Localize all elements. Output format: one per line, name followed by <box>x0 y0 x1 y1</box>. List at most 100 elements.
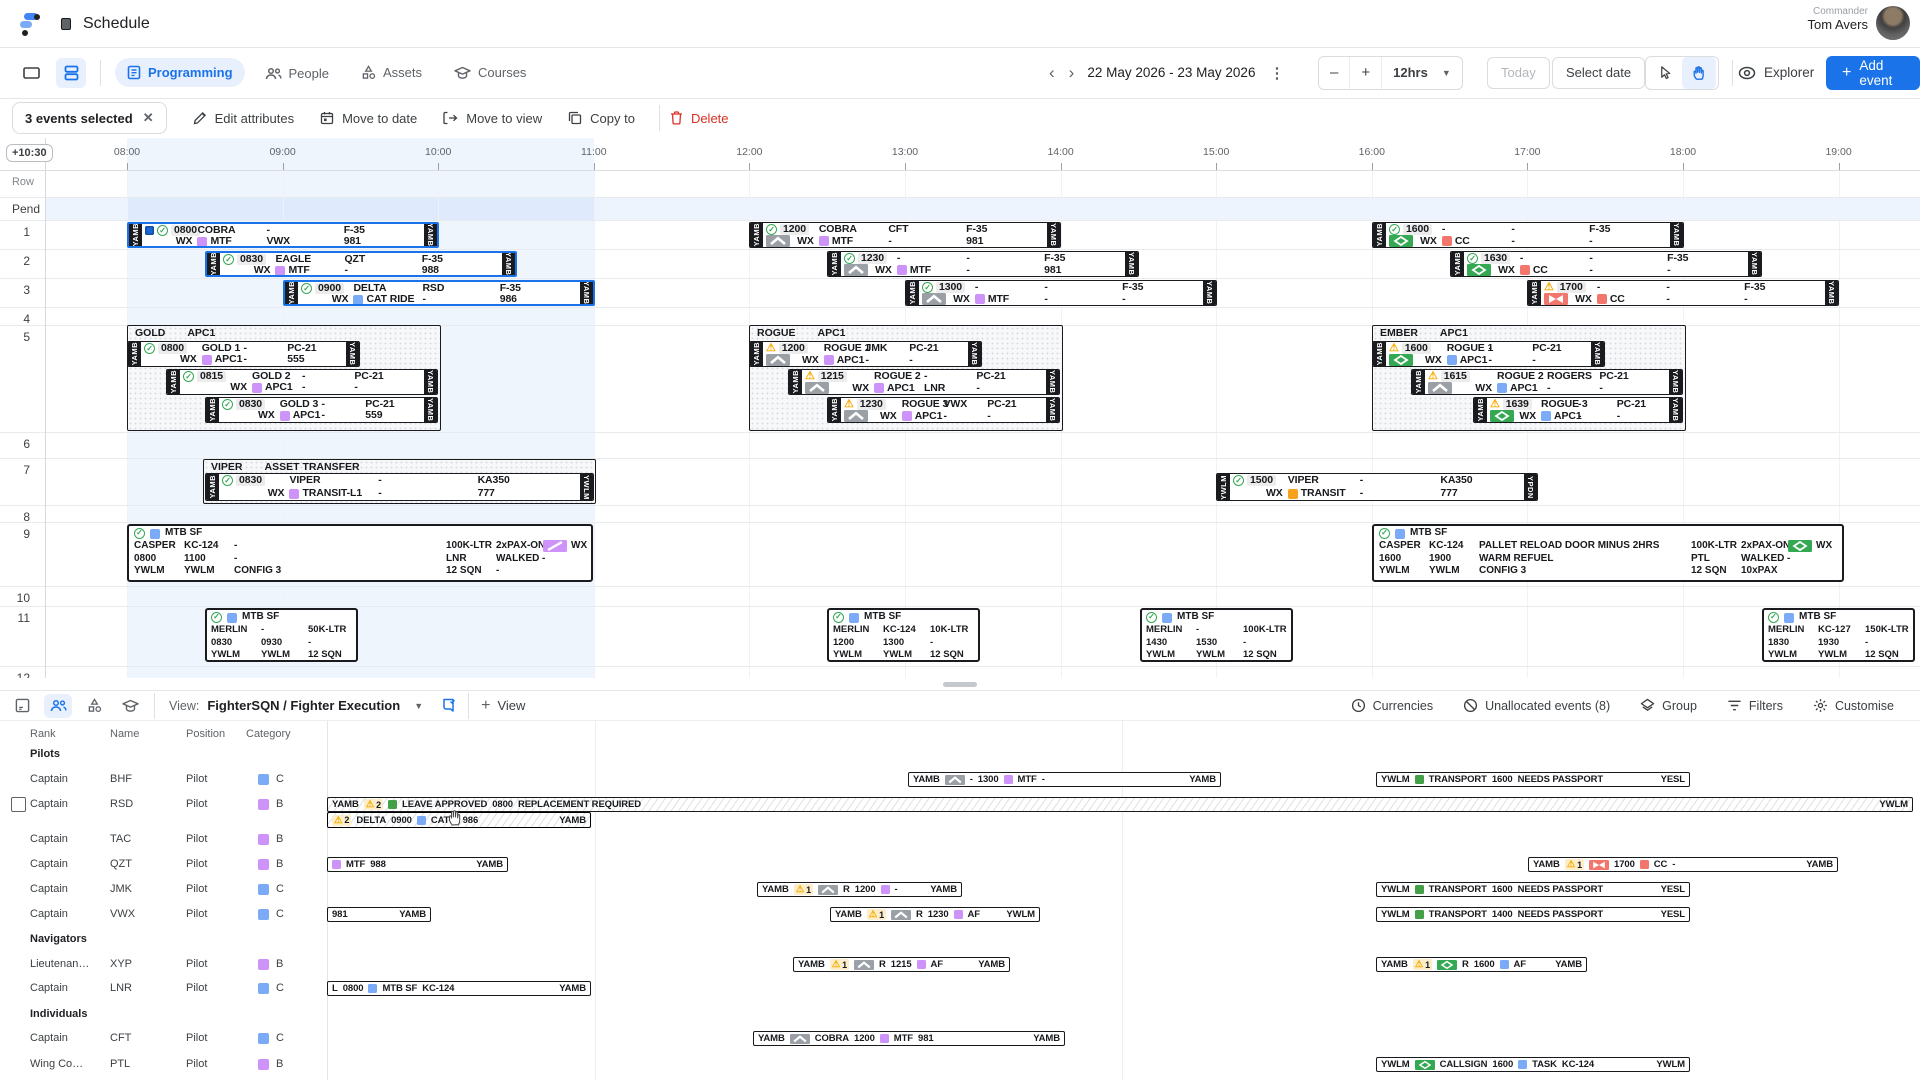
group-button[interactable]: Group <box>1640 698 1697 713</box>
allocation-bar[interactable]: YAMB⚠1R1200-YAMB <box>757 882 962 897</box>
roster-view-button[interactable] <box>8 694 36 718</box>
tab-people[interactable]: People <box>253 59 341 88</box>
allocation-bar[interactable]: YAMB⚠1R1215AFYAMB <box>793 957 1010 972</box>
pan-tool-button[interactable] <box>1682 57 1716 89</box>
allocation-bar[interactable]: YAMB⚠1R1230AFYWLM <box>830 907 1040 922</box>
filters-button[interactable]: Filters <box>1727 699 1783 713</box>
schedule-event[interactable]: YAMB ✓1230 --F-35 WX MTF -981YAMB <box>827 251 1139 277</box>
courses-view-button[interactable] <box>116 694 144 718</box>
select-date-button[interactable]: Select date <box>1552 57 1645 89</box>
timezone-chip[interactable]: +10:30 <box>6 144 53 162</box>
add-event-button[interactable]: +Add event <box>1826 56 1920 90</box>
people-view-button[interactable] <box>44 694 72 718</box>
schedule-event[interactable]: YAMB ✓1200 COBRACFTF-35 WX MTF -981YAMB <box>749 222 1061 248</box>
clear-selection-icon[interactable]: ✕ <box>143 110 154 126</box>
wx-label: WX <box>268 488 285 499</box>
schedule-event[interactable]: YAMB ⚠1600 ROGUE 1-PC-21 WX APC1 --YAMB <box>1372 341 1605 367</box>
schedule-event[interactable]: YAMB ✓1630 --F-35 WX CC --YAMB <box>1450 251 1762 277</box>
category-square <box>1004 775 1013 784</box>
allocation-bar[interactable]: YAMB⚠1R1600AFYAMB <box>1376 957 1587 972</box>
today-button[interactable]: Today <box>1487 57 1550 89</box>
allocation-bar[interactable]: L0800MTB SFKC-124YAMB <box>327 981 591 996</box>
schedule-event[interactable]: YAMB ⚠1230 ROGUE 3VWXPC-21 WX APC1 --YAM… <box>827 397 1060 423</box>
allocation-bar[interactable]: 981YAMB <box>327 907 431 922</box>
view-selector[interactable]: FighterSQN / Fighter Execution <box>207 698 400 713</box>
allocation-bar[interactable]: YWLMTRANSPORT1600NEEDS PASSPORTYESL <box>1376 772 1690 787</box>
single-pane-layout-button[interactable] <box>16 58 46 88</box>
delete-button[interactable]: Delete <box>670 111 729 126</box>
schedule-event[interactable]: YAMB ✓0830 GOLD 3-PC-21 WX APC1 -559YAMB <box>205 397 438 423</box>
zoom-in-button[interactable]: + <box>1349 57 1381 89</box>
bar-text: COBRA <box>815 1033 849 1044</box>
move-to-date-button[interactable]: Move to date <box>320 111 417 126</box>
schedule-event[interactable]: YAMB ⚠1639 ROGUE 3-PC-21 WX APC1 --YAMB <box>1473 397 1683 423</box>
schedule-event[interactable]: YAMB ⚠1215 ROGUE 2-PC-21 WX APC1 LNR-YAM… <box>788 369 1060 395</box>
copy-to-button[interactable]: Copy to <box>568 111 635 126</box>
event-aircraft: F-35 <box>966 224 1044 235</box>
allocation-bar[interactable]: YAMB-1300MTF-YAMB <box>908 772 1221 787</box>
schedule-event[interactable]: YAMB ✓0800 COBRA-F-35 WX MTF VWX981YAMB <box>127 222 439 248</box>
allocation-bar[interactable]: YAMB⚠11700CC-YAMB <box>1528 857 1838 872</box>
date-range[interactable]: 22 May 2026 - 23 May 2026 <box>1087 65 1255 80</box>
chevron-down-icon[interactable]: ▼ <box>414 701 423 711</box>
zoom-out-button[interactable]: – <box>1319 57 1349 89</box>
panel-splitter[interactable] <box>0 678 1920 690</box>
schedule-event[interactable]: YWLM ✓1500 VIPER-KA350 WX TRANSIT -777YP… <box>1216 473 1538 501</box>
customise-button[interactable]: Customise <box>1813 698 1894 713</box>
date-options-kebab-icon[interactable]: ⋮ <box>1261 64 1292 82</box>
avatar[interactable] <box>1876 6 1910 40</box>
tanker-event[interactable]: ✓MTB SFMERLINKC-12410K-LTR12001300-YWLMY… <box>827 608 980 662</box>
zoom-level-dropdown[interactable]: 12hrs▼ <box>1381 57 1462 89</box>
wx-label: WX <box>332 294 349 305</box>
edit-attributes-button[interactable]: Edit attributes <box>193 111 295 126</box>
add-view-button[interactable]: +View <box>481 697 525 715</box>
schedule-event[interactable]: YAMB ⚠1700 --F-35 WX CC --YAMB <box>1527 280 1839 306</box>
tab-assets[interactable]: Assets <box>349 58 434 87</box>
schedule-event[interactable]: YAMB ✓1300 --F-35 WX MTF --YAMB <box>905 280 1217 306</box>
schedule-event[interactable]: YAMB ✓0800 GOLD 1-PC-21 WX APC1 -555YAMB <box>127 341 360 367</box>
allocation-bar[interactable]: YAMBCOBRA1200MTF981YAMB <box>753 1031 1065 1046</box>
allocation-bar[interactable]: YWLMCALLSIGN1600TASKKC-124YWLM <box>1376 1057 1690 1072</box>
schedule-event[interactable]: YAMB ✓0830 VIPER-KA350 WX TRANSIT-L1 -77… <box>205 473 594 501</box>
split-pane-layout-button[interactable] <box>56 58 86 88</box>
user-block[interactable]: Commander Tom Avers <box>1808 6 1868 32</box>
cargo-event[interactable]: ✓MTB SFCASPERKC-124PALLET RELOAD DOOR MI… <box>1372 524 1844 582</box>
schedule-event[interactable]: YAMB ⚠1200 ROGUE 1JMKPC-21 WX APC1 --YAM… <box>749 341 982 367</box>
next-date-button[interactable]: › <box>1062 63 1082 83</box>
allocation-bar[interactable]: YWLMTRANSPORT1400NEEDS PASSPORTYESL <box>1376 907 1690 922</box>
check-icon: ✓ <box>223 254 234 265</box>
tanker-event[interactable]: ✓MTB SFMERLIN-50K-LTR08300930-YWLMYWLM12… <box>205 608 358 662</box>
row-checkbox[interactable] <box>11 797 26 812</box>
move-to-view-button[interactable]: Move to view <box>443 111 542 126</box>
unallocated-events-button[interactable]: Unallocated events (8) <box>1463 698 1610 713</box>
currencies-button[interactable]: Currencies <box>1351 698 1433 713</box>
save-view-button[interactable] <box>441 698 456 713</box>
origin-airport-tab: YAMB <box>750 223 763 247</box>
tanker-event[interactable]: ✓MTB SFMERLIN-100K-LTR14301530-YWLMYWLM1… <box>1140 608 1293 662</box>
allocation-bar[interactable]: MTF988YAMB <box>327 857 508 872</box>
bar-text: KC-124 <box>422 983 454 994</box>
event-aircraft: PC-21 <box>354 371 421 382</box>
prev-date-button[interactable]: ‹ <box>1042 63 1062 83</box>
warning-icon: ⚠ <box>1389 343 1399 354</box>
cargo-event[interactable]: ✓MTB SFCASPERKC-124-100K-LTR2xPAX-ONWX08… <box>127 524 593 582</box>
tanker-event[interactable]: ✓MTB SFMERLINKC-127150K-LTR18301930-YWLM… <box>1762 608 1915 662</box>
allocation-bar[interactable]: YAMB⚠2LEAVE APPROVED0800REPLACEMENT REQU… <box>327 797 1913 812</box>
assets-view-button[interactable] <box>80 694 108 718</box>
collapse-sidebar-icon[interactable]: › <box>60 15 65 32</box>
selection-count-pill[interactable]: 3 events selected ✕ <box>12 102 167 134</box>
bar-text: AF <box>968 909 980 920</box>
schedule-event[interactable]: YAMB ⚠1615 ROGUE 2ROGERSPC-21 WX APC1 --… <box>1411 369 1683 395</box>
roster-rank: Wing Co… <box>30 1058 83 1070</box>
tab-programming[interactable]: Programming <box>115 58 245 87</box>
row-column-header: Row <box>0 176 34 188</box>
select-tool-button[interactable] <box>1648 57 1682 89</box>
tab-courses[interactable]: Courses <box>442 58 538 87</box>
schedule-event[interactable]: YAMB ✓0900 DELTARSDF-35 WX CAT RIDE -986… <box>283 280 595 306</box>
explorer-button[interactable]: Explorer <box>1738 65 1814 80</box>
schedule-event[interactable]: YAMB ✓0830 EAGLEQZTF-35 WX MTF -988YAMB <box>205 251 517 277</box>
check-icon: ✓ <box>157 225 168 236</box>
schedule-event[interactable]: YAMB ✓1600 --F-35 WX CC --YAMB <box>1372 222 1684 248</box>
allocation-bar[interactable]: YWLMTRANSPORT1600NEEDS PASSPORTYESL <box>1376 882 1690 897</box>
schedule-event[interactable]: YAMB ✓0815 GOLD 2-PC-21 WX APC1 --YAMB <box>166 369 438 395</box>
